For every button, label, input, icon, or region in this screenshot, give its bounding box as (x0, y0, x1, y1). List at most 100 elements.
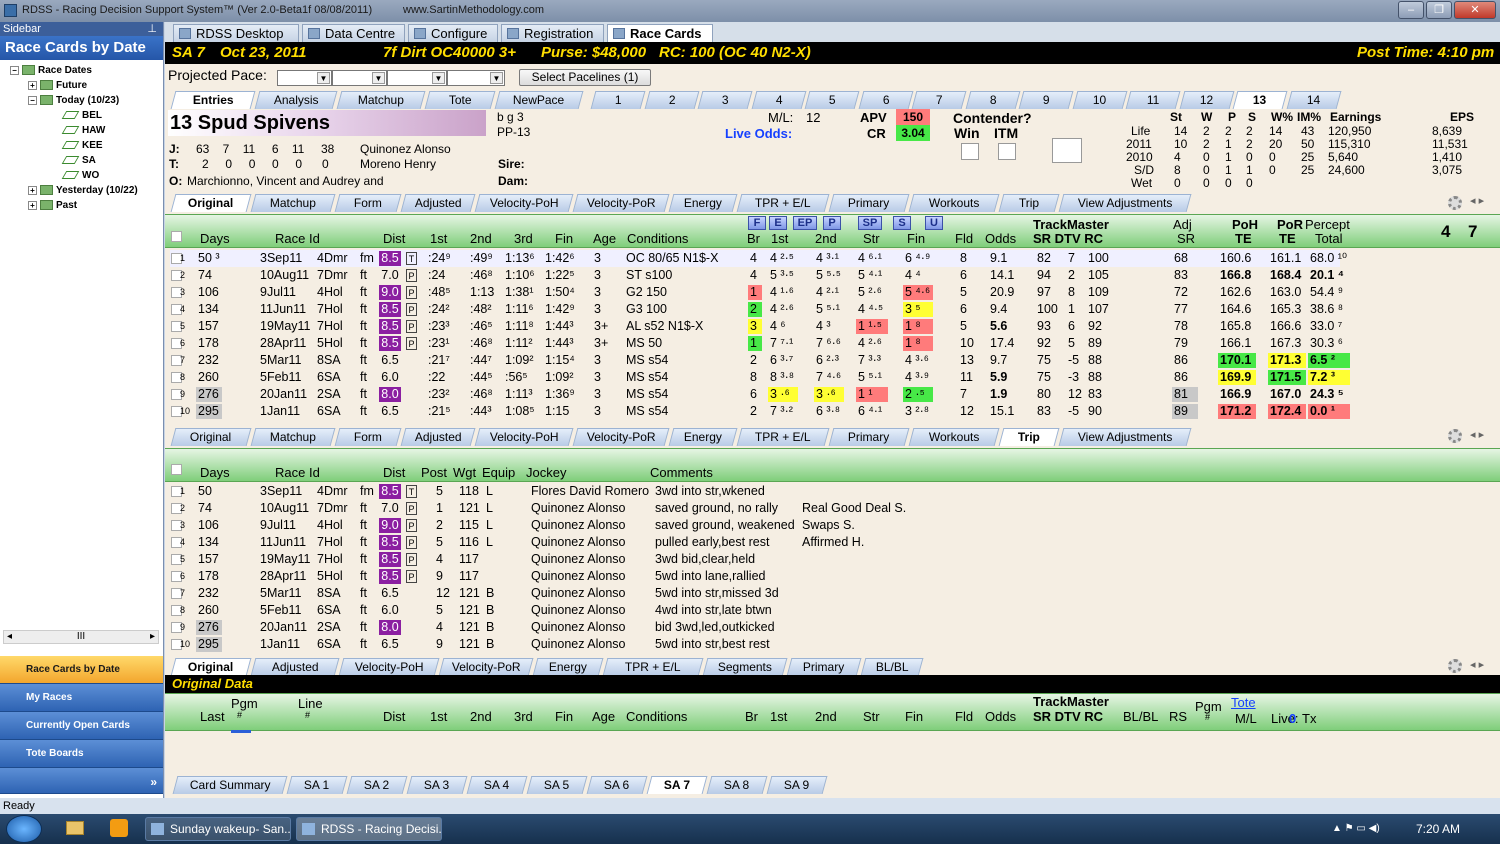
sidebar-scrollbar[interactable]: ◂ III ▸ (3, 630, 159, 644)
nav-my-races[interactable]: My Races (0, 684, 163, 712)
tab-horse-4[interactable]: 4 (751, 91, 806, 109)
filter-e[interactable]: E (769, 216, 787, 230)
tab-bl-bl[interactable]: BL/BL (860, 658, 924, 676)
tab-horse-14[interactable]: 14 (1286, 91, 1341, 109)
nav-tote-boards[interactable]: Tote Boards (0, 740, 163, 768)
pp-row[interactable]: 7 232 5Mar11 8SA ft 6.5:21⁷:44⁷ 1:09² 1:15⁴ 3 MS … (170, 352, 1350, 369)
tab-horse-9[interactable]: 9 (1018, 91, 1074, 109)
comment-row[interactable]: 5 157 19May11 7Hol ft 8.5 P 4 117 Quinonez Alonso… (170, 551, 1340, 568)
chevron-down-icon[interactable]: ▼ (317, 72, 330, 84)
pace-dropdown-3[interactable]: ▼ (387, 70, 447, 86)
tab-horse-7[interactable]: 7 (911, 91, 967, 109)
maximize-button[interactable]: ❐ (1426, 1, 1452, 19)
nav-currently-open-cards[interactable]: Currently Open Cards (0, 712, 163, 740)
tab-original[interactable]: Original (170, 428, 252, 446)
itm-checkbox[interactable] (998, 143, 1016, 160)
filter-p[interactable]: P (823, 216, 841, 230)
tree-node-haw[interactable]: HAW (61, 124, 105, 138)
collapse-icon[interactable]: − (28, 95, 37, 105)
pp-row[interactable]: 1 50 ³ 3Sep11 4Dmr fm 8.5 T:24⁹:49⁹ 1:13⁶ 1:42⁶ 3… (170, 250, 1347, 267)
tab-horse-2[interactable]: 2 (644, 91, 699, 109)
tab-adjusted[interactable]: Adjusted (400, 428, 476, 446)
tab-tote[interactable]: Tote (424, 91, 496, 109)
settings-gear-icon[interactable] (1448, 429, 1462, 443)
tab-velocity-poh[interactable]: Velocity-PoH (474, 428, 574, 446)
tab-view-adjustments[interactable]: View Adjustments (1058, 428, 1192, 446)
pp-row[interactable]: 6 178 28Apr11 5Hol ft 8.5 P:23¹:46⁸ 1:11² 1:44³ 3… (170, 335, 1343, 352)
filter-u[interactable]: U (925, 216, 943, 230)
comment-row[interactable]: 2 74 10Aug11 7Dmr ft 7.0 P 1 121 L Quinonez Alonso… (170, 500, 1340, 517)
tab-view-adjustments[interactable]: View Adjustments (1058, 194, 1192, 212)
tab-workouts[interactable]: Workouts (908, 428, 1000, 446)
tab-form[interactable]: Form (334, 194, 402, 212)
tab-horse-1[interactable]: 1 (590, 91, 646, 109)
tab-matchup[interactable]: Matchup (250, 194, 336, 212)
pp-row[interactable]: 9 276 20Jan11 2SA ft 8.0:23²:46⁸ 1:11³ 1:36⁹ 3 MS… (170, 386, 1344, 403)
tree-node-race-dates[interactable]: − Race Dates (10, 64, 92, 78)
filter-ep[interactable]: EP (793, 216, 817, 230)
start-button[interactable] (6, 815, 42, 843)
tab-primary[interactable]: Primary (786, 658, 862, 676)
pp-row[interactable]: 10 295 1Jan11 6SA ft 6.5:21⁵:44³ 1:08⁵ 1:15 3 MS … (170, 403, 1350, 420)
tab-scroll-arrows-icon[interactable]: ◂ ▸ (1470, 428, 1484, 441)
tab-velocity-por[interactable]: Velocity-PoR (572, 428, 670, 446)
tab-tpr-e-l[interactable]: TPR + E/L (602, 658, 704, 676)
tab-sa-1[interactable]: SA 1 (286, 776, 348, 794)
tab-rdss-desktop[interactable]: RDSS Desktop (173, 24, 299, 42)
nav-more-button[interactable]: » (0, 768, 163, 794)
tree-node-kee[interactable]: KEE (61, 139, 103, 153)
tree-node-yesterday[interactable]: + Yesterday (10/22) (28, 184, 138, 198)
pp-row[interactable]: 4 134 11Jun11 7Hol ft 8.5 P:24²:48² 1:11⁶ 1:42⁹ 3… (170, 301, 1343, 318)
settings-gear-icon[interactable] (1448, 196, 1462, 210)
tab-velocity-por[interactable]: Velocity-PoR (572, 194, 670, 212)
tab-sa-8[interactable]: SA 8 (706, 776, 768, 794)
tree-node-future[interactable]: + Future (28, 79, 87, 93)
tab-sa-6[interactable]: SA 6 (586, 776, 648, 794)
settings-gear-icon[interactable] (1448, 659, 1462, 673)
pp-row[interactable]: 5 157 19May11 7Hol ft 8.5 P:23³:46⁵ 1:11⁸ 1:44³ 3… (170, 318, 1342, 335)
tree-node-today[interactable]: − Today (10/23) (28, 94, 119, 108)
tab-scroll-arrows-icon[interactable]: ◂ ▸ (1470, 658, 1484, 671)
tab-adjusted[interactable]: Adjusted (400, 194, 476, 212)
expand-icon[interactable]: + (28, 80, 37, 90)
tab-tpr-e-l[interactable]: TPR + E/L (736, 428, 830, 446)
tab-horse-11[interactable]: 11 (1125, 91, 1181, 109)
tab-form[interactable]: Form (334, 428, 402, 446)
tab-adjusted[interactable]: Adjusted (250, 658, 340, 676)
tab-primary[interactable]: Primary (828, 194, 910, 212)
tab-newpace[interactable]: NewPace (494, 91, 584, 109)
comment-row[interactable]: 3 106 9Jul11 4Hol ft 9.0 P 2 115 L Quinonez Alonso… (170, 517, 1340, 534)
tab-sa-7[interactable]: SA 7 (646, 776, 708, 794)
select-pacelines-button[interactable]: Select Pacelines (1) (519, 69, 651, 86)
comment-row[interactable]: 1 50 3Sep11 4Dmr fm 8.5 T 5 118 L Flores David Rom… (170, 483, 1340, 500)
tab-horse-10[interactable]: 10 (1072, 91, 1127, 109)
tab-segments[interactable]: Segments (702, 658, 788, 676)
contender-box[interactable] (1052, 138, 1082, 163)
tab-tpr-e-l[interactable]: TPR + E/L (736, 194, 830, 212)
tab-energy[interactable]: Energy (532, 658, 604, 676)
comment-row[interactable]: 6 178 28Apr11 5Hol ft 8.5 P 9 117 Quinonez Alonso… (170, 568, 1340, 585)
minimize-button[interactable]: – (1398, 1, 1424, 19)
tab-matchup[interactable]: Matchup (250, 428, 336, 446)
expand-icon[interactable]: + (28, 185, 37, 195)
tab-horse-12[interactable]: 12 (1179, 91, 1234, 109)
tab-horse-6[interactable]: 6 (858, 91, 913, 109)
comment-row[interactable]: 9 276 20Jan11 2SA ft 8.0 4 121 B Quinonez Alonso b… (170, 619, 1340, 636)
tab-configure[interactable]: Configure (408, 24, 498, 42)
tab-velocity-poh[interactable]: Velocity-PoH (474, 194, 574, 212)
pp-row[interactable]: 8 260 5Feb11 6SA ft 6.0:22:44⁵:56⁵ 1:09² 3 MS s5… (170, 369, 1350, 386)
tab-sa-9[interactable]: SA 9 (766, 776, 828, 794)
pace-dropdown-2[interactable]: ▼ (332, 70, 387, 86)
tab-sa-2[interactable]: SA 2 (346, 776, 408, 794)
tray-icons[interactable]: ▲ ⚑ ▭ ◀) (1332, 823, 1380, 834)
comment-row[interactable]: 7 232 5Mar11 8SA ft 6.5 12 121 B Quinonez Alonso 5… (170, 585, 1340, 602)
scroll-right-icon[interactable]: ▸ (150, 631, 155, 643)
select-all-checkbox[interactable] (171, 231, 182, 242)
tab-velocity-poh[interactable]: Velocity-PoH (338, 658, 440, 676)
tab-trip[interactable]: Trip (998, 194, 1060, 212)
pace-dropdown-4[interactable]: ▼ (447, 70, 505, 86)
tab-primary[interactable]: Primary (828, 428, 910, 446)
close-button[interactable]: ✕ (1454, 1, 1496, 19)
tree-node-past[interactable]: + Past (28, 199, 77, 213)
comment-row[interactable]: 8 260 5Feb11 6SA ft 6.0 5 121 B Quinonez Alonso 4w… (170, 602, 1340, 619)
